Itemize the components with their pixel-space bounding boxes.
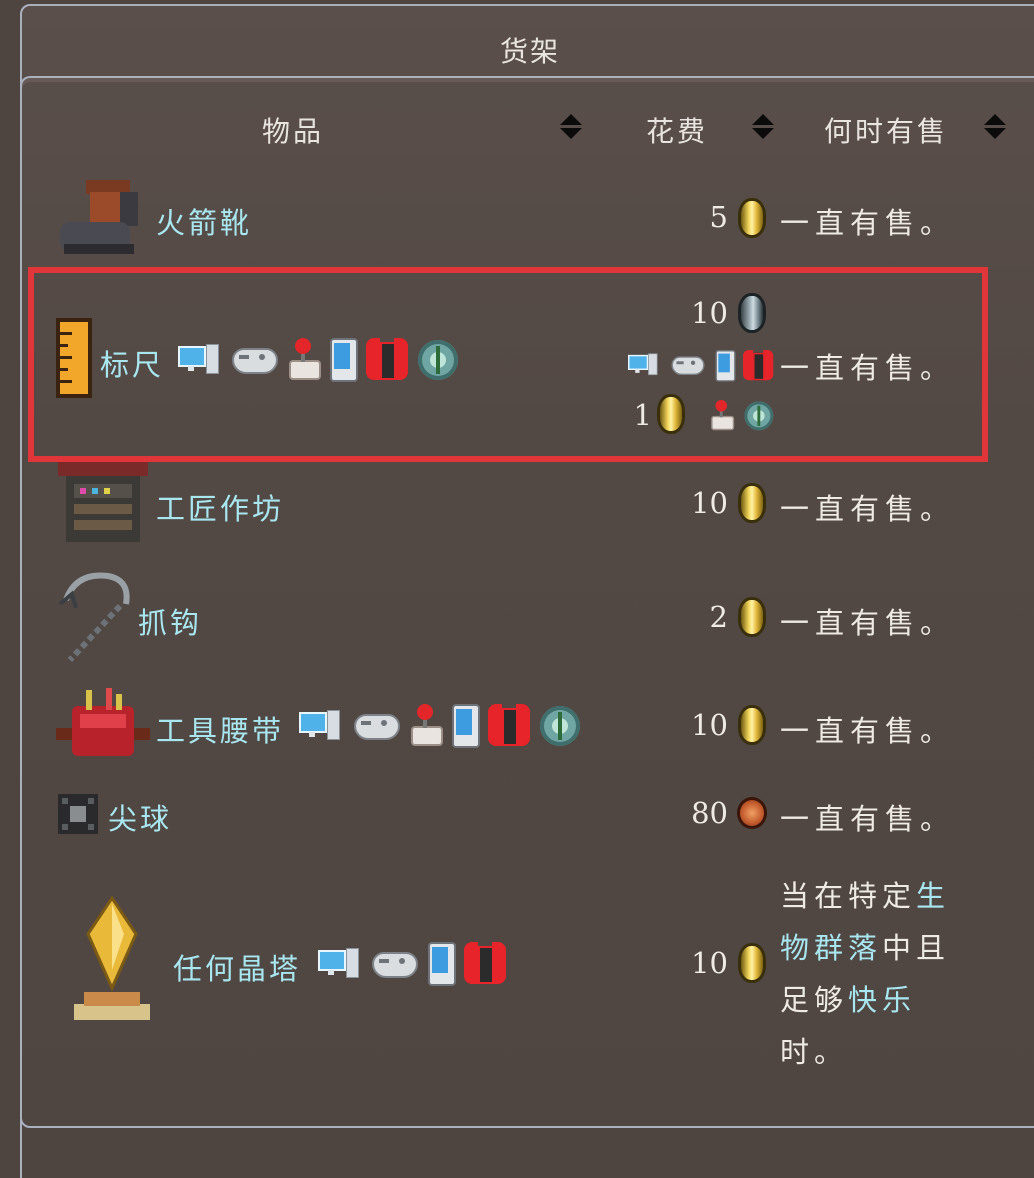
mobile-icon	[450, 704, 480, 748]
shelf-title: 货架	[499, 35, 560, 68]
sort-item-icon[interactable]	[559, 112, 583, 142]
item-name-link[interactable]: 任何晶塔	[173, 946, 301, 988]
switch-icon	[464, 942, 506, 986]
availability-text: 一直有售。	[780, 714, 956, 748]
highlight-box	[28, 267, 988, 462]
item-name-link[interactable]: 工具腰带	[156, 708, 284, 750]
grappling-hook-icon[interactable]	[56, 570, 136, 666]
availability-text-part: 时。	[780, 1035, 849, 1069]
gold-coin-icon	[741, 486, 763, 520]
column-header-item[interactable]: 物品	[262, 110, 324, 150]
gold-coin-icon	[741, 708, 763, 742]
cost-value: 10	[691, 946, 728, 980]
availability-text: 当在特定生 物群落中且 足够快乐 时。	[780, 870, 980, 1078]
cost-value: 10	[691, 708, 728, 742]
availability-text: 一直有售。	[780, 802, 956, 836]
sort-cost-icon[interactable]	[751, 112, 775, 142]
gold-coin-icon	[741, 201, 763, 235]
availability-text-part: 足够	[780, 983, 849, 1017]
gamepad-icon	[352, 708, 400, 740]
mobile-icon	[426, 942, 456, 986]
biome-link[interactable]: 物群落	[780, 931, 882, 965]
cost-value: 2	[709, 600, 728, 634]
gold-coin-icon	[741, 946, 763, 980]
switch-icon	[488, 704, 530, 748]
gamepad-icon	[370, 946, 418, 978]
column-header-availability[interactable]: 何时有售	[824, 110, 948, 150]
availability-text-part: 中且	[882, 931, 951, 965]
copper-coin-icon	[740, 800, 764, 826]
item-name-link[interactable]: 工匠作坊	[156, 486, 284, 528]
availability-text: 一直有售。	[780, 206, 956, 240]
sort-availability-icon[interactable]	[983, 112, 1007, 142]
tmodloader-icon	[538, 704, 582, 748]
tinkerers-workshop-icon[interactable]	[58, 462, 150, 546]
availability-text: 一直有售。	[780, 492, 956, 526]
biome-link[interactable]: 生	[916, 879, 950, 913]
cost-value: 10	[691, 486, 728, 520]
toolbelt-icon[interactable]	[56, 688, 152, 764]
availability-text: 一直有售。	[780, 606, 956, 640]
column-header-cost[interactable]: 花费	[646, 110, 708, 150]
pc-icon	[299, 708, 340, 740]
item-name-link[interactable]: 火箭靴	[156, 200, 252, 242]
cost-value: 5	[709, 200, 728, 234]
pylon-icon[interactable]	[66, 896, 158, 1030]
cost-value: 80	[691, 796, 728, 830]
gold-coin-icon	[741, 600, 763, 634]
happiness-link[interactable]: 快乐	[848, 983, 916, 1017]
availability-text-part: 当在特定	[780, 879, 917, 913]
pc-icon	[318, 946, 359, 978]
rocket-boots-icon[interactable]	[56, 178, 148, 260]
item-name-link[interactable]: 抓钩	[138, 600, 202, 642]
spiky-ball-icon[interactable]	[58, 794, 100, 836]
joystick-icon	[408, 704, 443, 746]
item-name-link[interactable]: 尖球	[108, 796, 172, 838]
